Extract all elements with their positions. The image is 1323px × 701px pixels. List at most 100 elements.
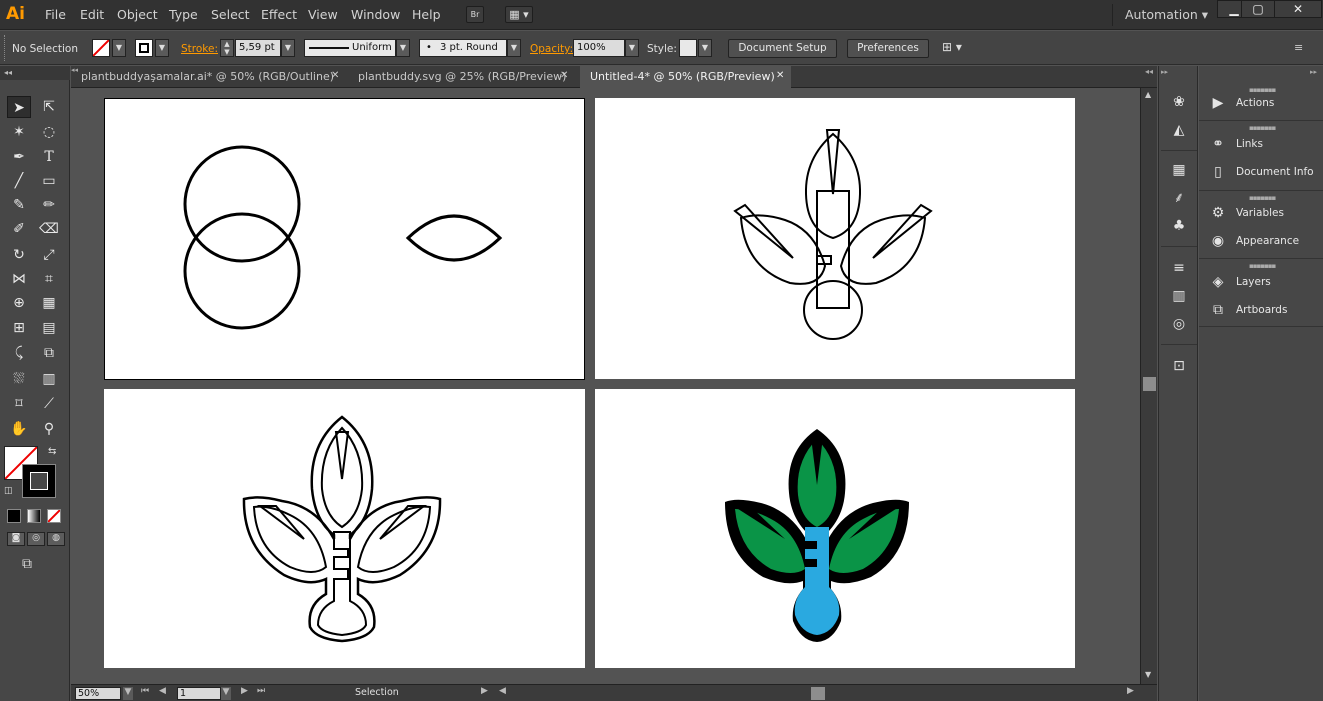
brush-definition[interactable]: • 3 pt. Round (419, 39, 507, 57)
color-icon[interactable]: ◭ (1167, 120, 1191, 140)
menu-type[interactable]: Type (169, 7, 198, 22)
artboard-1[interactable] (104, 98, 585, 380)
previous-artboard-icon[interactable]: ◀ (159, 686, 166, 696)
scroll-down-icon[interactable]: ▼ (1145, 670, 1151, 679)
vertical-scrollbar[interactable]: ▲ ▼ (1140, 88, 1157, 684)
zoom-level-input[interactable]: 50% (75, 687, 121, 700)
stroke-panel-icon[interactable]: ≡ (1167, 258, 1191, 278)
transform-options-icon[interactable]: ⊞ ▾ (942, 40, 972, 56)
maximize-button[interactable]: ▢ (1241, 0, 1275, 18)
direct-selection-tool-icon[interactable]: ⇱ (37, 96, 61, 118)
symbols-icon[interactable]: ♣ (1167, 216, 1191, 236)
rectangle-tool-icon[interactable]: ▭ (37, 170, 61, 192)
menu-effect[interactable]: Effect (261, 7, 297, 22)
none-mode-icon[interactable] (47, 509, 61, 523)
close-window-button[interactable]: ✕ (1274, 0, 1322, 18)
panel-menu-icon[interactable]: ≡ (1294, 41, 1303, 54)
screen-mode-icon[interactable]: ⧉ (22, 556, 32, 572)
gradient-mode-icon[interactable] (27, 509, 41, 523)
artboard-number-input[interactable]: 1 (177, 687, 221, 700)
artboard-3[interactable] (104, 389, 585, 668)
fill-swatch[interactable] (92, 39, 110, 57)
brushes-icon[interactable]: ⸙ (1167, 188, 1191, 208)
draw-normal-icon[interactable]: ◙ (7, 532, 25, 546)
panel-layers[interactable]: ◈ Layers (1199, 269, 1323, 295)
opacity-input[interactable]: 100% (573, 39, 625, 57)
pen-tool-icon[interactable]: ✒ (7, 146, 31, 168)
gradient-tool-icon[interactable]: ▤ (37, 317, 61, 339)
gradient-panel-icon[interactable]: ▥ (1167, 286, 1191, 306)
profile-dropdown[interactable]: ▼ (396, 39, 410, 57)
selection-tool-icon[interactable]: ➤ (7, 96, 31, 118)
stroke-label[interactable]: Stroke: (181, 43, 218, 55)
line-segment-tool-icon[interactable]: ╱ (7, 170, 31, 192)
close-tab-icon[interactable]: ✕ (331, 70, 339, 81)
artboard-4[interactable] (595, 389, 1075, 668)
panel-artboards[interactable]: ⧉ Artboards (1199, 297, 1323, 323)
tab-untitled-4[interactable]: Untitled-4* @ 50% (RGB/Preview) (580, 66, 791, 88)
default-fill-stroke-icon[interactable]: ◫ (4, 486, 13, 496)
scroll-left-icon[interactable]: ◀ (499, 686, 506, 696)
status-menu-icon[interactable]: ▶ (481, 686, 488, 696)
stroke-weight-input[interactable]: 5,59 pt (235, 39, 281, 57)
document-setup-button[interactable]: Document Setup (728, 39, 837, 58)
artboard-dropdown[interactable]: ▼ (221, 687, 231, 700)
stroke-dropdown[interactable]: ▼ (155, 39, 169, 57)
hand-tool-icon[interactable]: ✋ (7, 418, 31, 440)
horizontal-scroll-thumb[interactable] (811, 687, 825, 700)
panel-links[interactable]: ⚭ Links (1199, 131, 1323, 157)
magic-wand-tool-icon[interactable]: ✶ (7, 121, 31, 143)
close-tab-icon[interactable]: ✕ (776, 70, 784, 81)
opacity-dropdown[interactable]: ▼ (625, 39, 639, 57)
scroll-right-icon[interactable]: ▶ (1127, 686, 1134, 696)
slice-tool-icon[interactable]: ⟋ (37, 393, 61, 415)
graphic-style-swatch[interactable] (679, 39, 697, 57)
artboard-tool-icon[interactable]: ⌑ (7, 393, 31, 415)
zoom-tool-icon[interactable]: ⚲ (37, 418, 61, 440)
panel-variables[interactable]: ⚙ Variables (1199, 200, 1323, 226)
preferences-button[interactable]: Preferences (847, 39, 929, 58)
next-artboard-icon[interactable]: ▶ (241, 686, 248, 696)
eyedropper-tool-icon[interactable]: ⤹ (7, 342, 31, 364)
arrange-documents-button[interactable]: ▦ ▾ (505, 6, 533, 23)
fill-dropdown[interactable]: ▼ (112, 39, 126, 57)
artboard-2[interactable] (595, 98, 1075, 379)
perspective-grid-tool-icon[interactable]: ▦ (37, 292, 61, 314)
menu-help[interactable]: Help (412, 7, 441, 22)
stroke-weight-dropdown[interactable]: ▼ (281, 39, 295, 57)
free-transform-tool-icon[interactable]: ⌗ (37, 268, 61, 290)
export-panel-icon[interactable]: ⊡ (1167, 356, 1191, 376)
type-tool-icon[interactable]: T (37, 146, 61, 168)
panel-appearance[interactable]: ◉ Appearance (1199, 228, 1323, 254)
paintbrush-tool-icon[interactable]: ✎ (7, 194, 31, 216)
stroke-swatch[interactable] (135, 39, 153, 57)
swatches-icon[interactable]: ▦ (1167, 160, 1191, 180)
blend-tool-icon[interactable]: ⧉ (37, 342, 61, 364)
mesh-tool-icon[interactable]: ⊞ (7, 317, 31, 339)
bridge-button[interactable]: Br (466, 6, 484, 23)
stroke-stepper[interactable]: ▲ ▼ (220, 39, 234, 57)
color-mode-icon[interactable] (7, 509, 21, 523)
draw-behind-icon[interactable]: ◎ (27, 532, 45, 546)
width-tool-icon[interactable]: ⋈ (7, 268, 31, 290)
panel-actions[interactable]: ▶ Actions (1199, 90, 1323, 116)
swap-fill-stroke-icon[interactable]: ⇆ (48, 446, 56, 457)
scale-tool-icon[interactable]: ⤢ (37, 244, 61, 266)
menu-window[interactable]: Window (351, 7, 400, 22)
last-artboard-icon[interactable]: ⏭ (257, 686, 265, 696)
menu-edit[interactable]: Edit (80, 7, 104, 22)
tab-plantbuddy-svg[interactable]: plantbuddy.svg @ 25% (RGB/Preview) (348, 66, 578, 88)
stroke-color-box[interactable] (22, 464, 56, 498)
rotate-tool-icon[interactable]: ↻ (7, 244, 31, 266)
draw-inside-icon[interactable]: ◍ (47, 532, 65, 546)
shape-builder-tool-icon[interactable]: ⊕ (7, 292, 31, 314)
pencil-tool-icon[interactable]: ✏ (37, 194, 61, 216)
scroll-up-icon[interactable]: ▲ (1145, 90, 1151, 99)
menu-select[interactable]: Select (211, 7, 250, 22)
canvas[interactable] (71, 88, 1140, 684)
zoom-dropdown[interactable]: ▼ (123, 687, 133, 700)
tools-panel-grip[interactable]: ◂◂ (0, 66, 70, 80)
menu-file[interactable]: File (45, 7, 66, 22)
blob-brush-tool-icon[interactable]: ✐ (7, 218, 31, 240)
lasso-tool-icon[interactable]: ◌ (37, 121, 61, 143)
